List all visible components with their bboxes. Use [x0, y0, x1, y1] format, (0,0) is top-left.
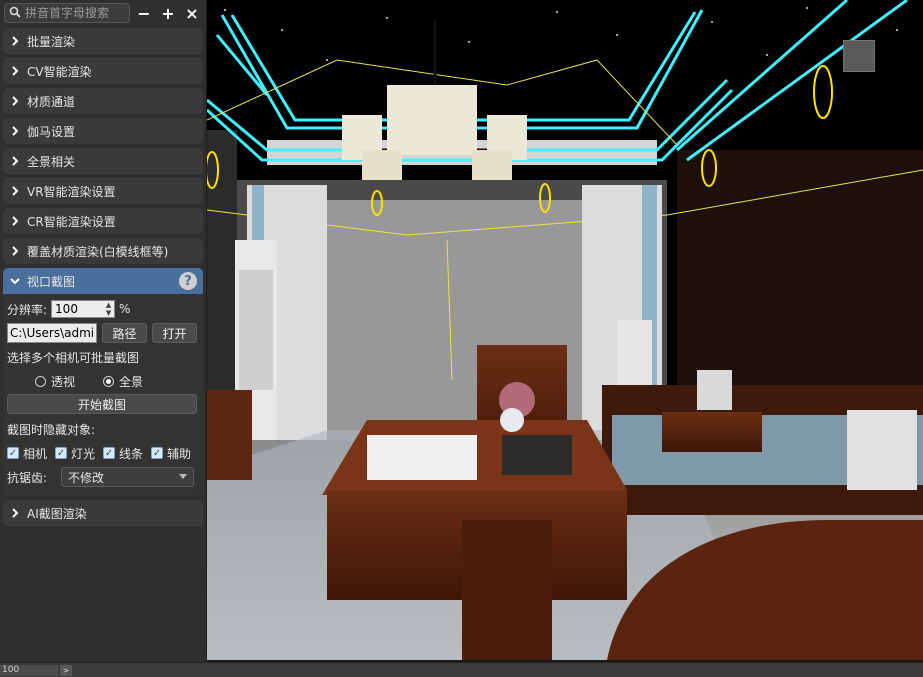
status-field[interactable]: 100	[0, 665, 58, 676]
section-label: CR智能渲染设置	[27, 214, 116, 229]
hide-objects-label: 截图时隐藏对象:	[7, 422, 96, 437]
checkbox-label: 线条	[119, 446, 144, 461]
path-input[interactable]	[7, 323, 97, 343]
viewport-screenshot-body: 分辨率: ▲▼ % 路径 打开 选择多个相机可批量截图 透视 全景 开始截	[3, 294, 203, 496]
help-icon[interactable]: ?	[179, 272, 197, 290]
checkbox-icon[interactable]: ✓	[103, 447, 116, 459]
viewport-scene	[207, 0, 923, 660]
resolution-spinner[interactable]: ▲▼	[51, 300, 116, 318]
hint-row: 选择多个相机可批量截图	[7, 346, 199, 368]
checkbox-label: 辅助	[167, 446, 192, 461]
spin-down-icon[interactable]: ▼	[106, 309, 111, 317]
section-cv-smart-render[interactable]: CV智能渲染	[3, 58, 203, 84]
path-row: 路径 打开	[7, 322, 199, 344]
chevron-right-icon	[12, 36, 19, 46]
radio-label: 全景	[119, 374, 144, 389]
section-label: 覆盖材质渲染(白模线框等)	[27, 244, 169, 259]
checkbox-icon[interactable]: ✓	[55, 447, 68, 459]
hide-label-row: 截图时隐藏对象:	[7, 418, 199, 440]
antialias-row: 抗锯齿: 不修改	[7, 466, 199, 488]
chevron-right-icon	[12, 66, 19, 76]
section-viewport-screenshot[interactable]: 视口截图 ?	[3, 268, 203, 294]
radio-label: 透视	[51, 374, 76, 389]
plugin-panel: − + × 批量渲染 CV智能渲染 材质通道 伽马设置 全景相关 VR智能渲染设…	[0, 0, 207, 662]
checkbox-icon[interactable]: ✓	[151, 447, 164, 459]
checkbox-icon[interactable]: ✓	[7, 447, 19, 459]
section-ai-screenshot-render[interactable]: AI截图渲染	[3, 500, 203, 526]
search-box[interactable]	[4, 3, 130, 23]
checkbox-label: 灯光	[71, 446, 96, 461]
spinner-arrows[interactable]: ▲ ▼	[103, 301, 114, 317]
search-icon	[9, 6, 21, 21]
add-button[interactable]: +	[158, 3, 178, 23]
view-cube[interactable]	[843, 40, 875, 72]
section-label: 批量渲染	[27, 34, 76, 49]
resolution-unit: %	[119, 302, 131, 316]
resolution-label: 分辨率:	[7, 302, 48, 317]
resolution-row: 分辨率: ▲▼ %	[7, 298, 199, 320]
section-label: 视口截图	[27, 274, 76, 289]
antialias-select[interactable]: 不修改	[61, 467, 194, 487]
antialias-label: 抗锯齿:	[7, 470, 48, 485]
checkbox-label: 相机	[23, 446, 48, 461]
resolution-input[interactable]	[52, 302, 104, 316]
checkbox-camera[interactable]: ✓ 相机	[7, 445, 47, 462]
radio-perspective[interactable]: 透视	[35, 373, 75, 390]
hide-checkbox-row: ✓ 相机 ✓ 灯光 ✓ 线条 ✓ 辅助	[7, 442, 199, 464]
section-label: CV智能渲染	[27, 64, 92, 79]
chevron-right-icon	[12, 246, 19, 256]
section-override-material[interactable]: 覆盖材质渲染(白模线框等)	[3, 238, 203, 264]
projection-row: 透视 全景	[7, 370, 199, 392]
section-label: 材质通道	[27, 94, 76, 109]
chevron-right-icon	[12, 216, 19, 226]
chevron-right-icon	[12, 96, 19, 106]
3d-viewport[interactable]	[207, 0, 923, 660]
section-vr-render-settings[interactable]: VR智能渲染设置	[3, 178, 203, 204]
radio-icon[interactable]	[103, 375, 115, 387]
section-label: 伽马设置	[27, 124, 76, 139]
section-panorama[interactable]: 全景相关	[3, 148, 203, 174]
path-button[interactable]: 路径	[102, 323, 147, 343]
section-material-channel[interactable]: 材质通道	[3, 88, 203, 114]
checkbox-helper[interactable]: ✓ 辅助	[151, 445, 191, 462]
multi-camera-hint: 选择多个相机可批量截图	[7, 350, 140, 365]
section-label: 全景相关	[27, 154, 76, 169]
spin-up-icon[interactable]: ▲	[106, 301, 111, 309]
status-bar: 100 >	[0, 662, 923, 677]
section-label: AI截图渲染	[27, 506, 87, 521]
chevron-right-icon	[12, 126, 19, 136]
search-input[interactable]	[21, 6, 125, 20]
chevron-right-icon	[12, 186, 19, 196]
section-label: VR智能渲染设置	[27, 184, 116, 199]
chevron-right-icon	[12, 508, 19, 518]
minimize-button[interactable]: −	[134, 3, 154, 23]
dropdown-arrow-icon	[179, 474, 187, 479]
start-screenshot-button[interactable]: 开始截图	[7, 394, 197, 414]
open-button[interactable]: 打开	[152, 323, 197, 343]
chevron-down-icon	[10, 278, 20, 285]
radio-panorama[interactable]: 全景	[103, 373, 143, 390]
section-batch-render[interactable]: 批量渲染	[3, 28, 203, 54]
checkbox-line[interactable]: ✓ 线条	[103, 445, 143, 462]
chevron-right-icon	[12, 156, 19, 166]
close-button[interactable]: ×	[182, 3, 202, 23]
section-cr-render-settings[interactable]: CR智能渲染设置	[3, 208, 203, 234]
panel-toolbar: − + ×	[0, 0, 206, 26]
radio-icon[interactable]	[35, 375, 46, 387]
status-arrow-button[interactable]: >	[60, 665, 72, 676]
checkbox-light[interactable]: ✓ 灯光	[55, 445, 95, 462]
antialias-value: 不修改	[68, 470, 105, 485]
section-gamma-settings[interactable]: 伽马设置	[3, 118, 203, 144]
